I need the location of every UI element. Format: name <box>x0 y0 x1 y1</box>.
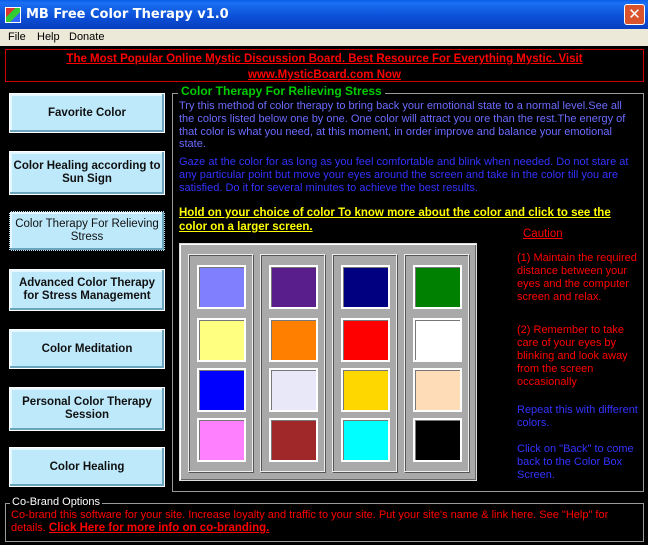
banner-link-line2[interactable]: www.MysticBoard.com Now <box>6 66 643 82</box>
color-swatch[interactable] <box>413 418 462 462</box>
title-bar: MB Free Color Therapy v1.0 ✕ <box>0 0 648 29</box>
menu-bar: File Help Donate <box>0 29 648 46</box>
palette-column <box>332 254 397 472</box>
color-swatch[interactable] <box>341 418 390 462</box>
color-swatch[interactable] <box>341 318 390 362</box>
color-swatch[interactable] <box>341 265 390 309</box>
cobrand-link[interactable]: Click Here for more info on co-branding. <box>49 522 269 534</box>
banner-link-line1[interactable]: The Most Popular Online Mystic Discussio… <box>6 50 643 66</box>
back-note: Click on "Back" to come back to the Colo… <box>517 443 634 481</box>
color-swatch[interactable] <box>413 265 462 309</box>
color-swatch[interactable] <box>197 418 246 462</box>
caution-point-2: (2) Remember to take care of your eyes b… <box>517 324 628 388</box>
close-button[interactable]: ✕ <box>624 4 645 25</box>
color-meditation-button[interactable]: Color Meditation <box>9 329 165 369</box>
choose-color-instruction: Hold on your choice of color To know mor… <box>179 207 611 233</box>
intro-text: Try this method of color therapy to brin… <box>179 100 626 151</box>
advanced-stress-button[interactable]: Advanced Color Therapy for Stress Manage… <box>9 269 165 311</box>
cobrand-title: Co-Brand Options <box>10 496 103 508</box>
color-healing-button[interactable]: Color Healing <box>9 447 165 487</box>
color-swatch[interactable] <box>269 368 318 412</box>
gaze-instructions: Gaze at the color for as long as you fee… <box>179 156 629 194</box>
app-icon <box>5 7 21 23</box>
sun-sign-healing-button[interactable]: Color Healing according to Sun Sign <box>9 151 165 195</box>
color-swatch[interactable] <box>197 265 246 309</box>
palette-column <box>404 254 469 472</box>
window-title: MB Free Color Therapy v1.0 <box>26 7 229 22</box>
relieving-stress-button[interactable]: Color Therapy For Relieving Stress <box>9 211 165 251</box>
color-swatch[interactable] <box>269 418 318 462</box>
palette-column <box>188 254 253 472</box>
color-palette <box>179 243 477 481</box>
palette-column <box>260 254 325 472</box>
favorite-color-button[interactable]: Favorite Color <box>9 93 165 133</box>
ad-banner: The Most Popular Online Mystic Discussio… <box>5 49 644 82</box>
cobrand-text: Co-brand this software for your site. In… <box>11 509 641 535</box>
color-swatch[interactable] <box>269 318 318 362</box>
color-swatch[interactable] <box>197 318 246 362</box>
personal-session-button[interactable]: Personal Color Therapy Session <box>9 387 165 431</box>
menu-help[interactable]: Help <box>37 31 60 43</box>
color-swatch[interactable] <box>341 368 390 412</box>
color-swatch[interactable] <box>413 368 462 412</box>
color-swatch[interactable] <box>197 368 246 412</box>
color-swatch[interactable] <box>269 265 318 309</box>
panel-title: Color Therapy For Relieving Stress <box>178 84 385 98</box>
caution-heading: Caution <box>523 228 563 240</box>
menu-file[interactable]: File <box>8 31 26 43</box>
caution-point-1: (1) Maintain the required distance betwe… <box>517 252 637 303</box>
menu-donate[interactable]: Donate <box>69 31 104 43</box>
color-swatch[interactable] <box>413 318 462 362</box>
repeat-note: Repeat this with different colors. <box>517 404 638 429</box>
